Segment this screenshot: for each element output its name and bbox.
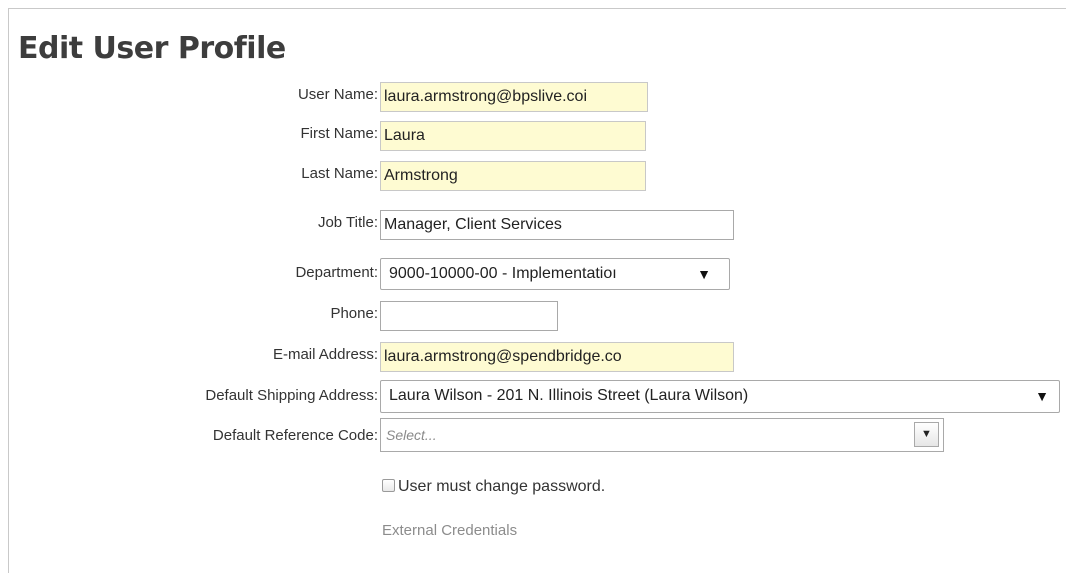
email-label: E-mail Address:	[272, 346, 378, 363]
department-select[interactable]: 9000-10000-00 - Implementatioı ▼	[380, 258, 730, 290]
last-name-label: Last Name:	[301, 165, 378, 182]
department-value: 9000-10000-00 - Implementatioı	[389, 265, 617, 282]
first-name-label: First Name:	[300, 125, 378, 142]
job-title-field[interactable]: Manager, Client Services	[380, 210, 734, 240]
last-name-field[interactable]: Armstrong	[380, 161, 646, 191]
phone-label: Phone:	[330, 305, 378, 322]
must-change-password-row[interactable]: User must change password.	[382, 478, 605, 496]
reference-code-label: Default Reference Code:	[212, 427, 378, 444]
shipping-address-value: Laura Wilson - 201 N. Illinois Street (L…	[389, 387, 749, 404]
user-name-label: User Name:	[297, 86, 378, 103]
job-title-label: Job Title:	[317, 214, 378, 231]
shipping-address-select[interactable]: Laura Wilson - 201 N. Illinois Street (L…	[380, 380, 1060, 413]
user-name-field[interactable]: laura.armstrong@bpslive.coi	[380, 82, 648, 112]
must-change-password-checkbox[interactable]	[382, 479, 395, 492]
chevron-down-icon: ▼	[1035, 388, 1049, 404]
reference-code-dropdown-button[interactable]: ▼	[914, 422, 939, 447]
external-credentials-link[interactable]: External Credentials	[382, 522, 517, 539]
reference-code-combobox[interactable]: Select... ▼	[380, 418, 944, 452]
chevron-down-icon: ▼	[921, 428, 932, 440]
page-title: Edit User Profile	[18, 31, 286, 66]
shipping-address-label: Default Shipping Address:	[205, 387, 378, 404]
department-label: Department:	[295, 264, 378, 281]
email-field[interactable]: laura.armstrong@spendbridge.co	[380, 342, 734, 372]
reference-code-placeholder: Select...	[386, 427, 437, 443]
first-name-field[interactable]: Laura	[380, 121, 646, 151]
phone-field[interactable]	[380, 301, 558, 331]
must-change-password-label: User must change password.	[398, 478, 606, 495]
chevron-down-icon: ▼	[697, 266, 711, 282]
